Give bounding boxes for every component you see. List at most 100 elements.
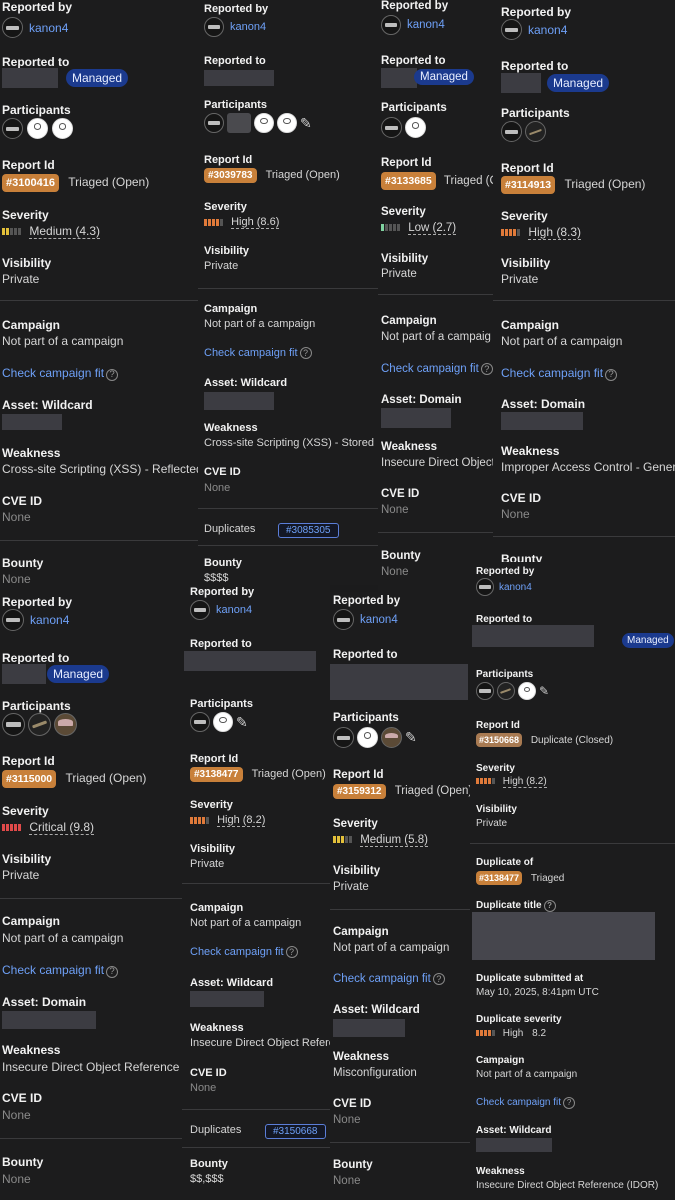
weakness-value[interactable]: Insecure Direct Object Reference (I — [2, 1060, 182, 1074]
reporter-link[interactable]: kanon4 — [30, 613, 69, 627]
participant-avatar-icon[interactable] — [476, 682, 494, 700]
reporter-link[interactable]: kanon4 — [230, 21, 266, 33]
reporter-link[interactable]: kanon4 — [407, 19, 445, 31]
severity-value[interactable]: High (8.2) — [502, 776, 547, 788]
check-campaign-label[interactable]: Check campaign fit — [501, 366, 603, 380]
severity-value[interactable]: Critical (9.8) — [29, 820, 95, 835]
check-campaign-link[interactable]: Check campaign fit? — [501, 366, 618, 381]
duplicates-label: Duplicates — [204, 523, 256, 535]
participant-placeholder-icon[interactable] — [254, 113, 274, 133]
reporter[interactable]: kanon4 — [476, 578, 532, 596]
participants-list: ✎ — [476, 682, 549, 700]
check-campaign-link[interactable]: Check campaign fit? — [2, 366, 119, 381]
duplicate-ref-badge[interactable]: #3150668 — [265, 1124, 326, 1139]
report-id-badge[interactable]: #3039783 — [204, 168, 257, 183]
check-campaign-label[interactable]: Check campaign fit — [204, 347, 298, 359]
weakness-value[interactable]: Improper Access Control - Generic — [501, 460, 675, 474]
edit-pencil-icon[interactable]: ✎ — [539, 684, 549, 698]
check-campaign-label[interactable]: Check campaign fit — [2, 366, 104, 380]
participants-label: Participants — [501, 106, 570, 120]
participant-avatar-icon[interactable] — [28, 713, 51, 736]
severity-value[interactable]: High (8.3) — [528, 225, 582, 240]
severity-value[interactable]: Low (2.7) — [408, 222, 457, 235]
participant-avatar-icon[interactable] — [204, 113, 224, 133]
weakness-value[interactable]: Cross-site Scripting (XSS) - Reflected — [2, 462, 198, 476]
participant-placeholder-icon[interactable] — [277, 113, 297, 133]
participant-avatar-icon[interactable] — [190, 712, 210, 732]
participant-avatar-icon[interactable] — [333, 727, 354, 748]
severity-value[interactable]: High (8.6) — [231, 216, 280, 229]
redacted-asset — [2, 414, 62, 430]
report-id-label: Report Id — [204, 154, 253, 166]
avatar-icon — [476, 578, 494, 596]
check-campaign-link[interactable]: Check campaign fit? — [476, 1097, 576, 1109]
reporter[interactable]: kanon4 — [190, 600, 252, 620]
reporter-link[interactable]: kanon4 — [528, 23, 567, 37]
weakness-value[interactable]: Misconfiguration — [333, 1067, 417, 1079]
report-state: Triaged (Open) — [265, 169, 340, 181]
check-campaign-label[interactable]: Check campaign fit — [2, 963, 104, 977]
participant-avatar-icon[interactable] — [54, 713, 77, 736]
report-id-badge[interactable]: #3133685 — [381, 172, 436, 190]
check-campaign-link[interactable]: Check campaign fit? — [381, 363, 493, 375]
visibility-label: Visibility — [190, 843, 236, 855]
report-id-badge[interactable]: #3150668 — [476, 733, 523, 747]
reporter[interactable]: kanon4 — [2, 17, 68, 38]
severity-value[interactable]: Medium (4.3) — [29, 224, 101, 239]
participant-avatar-icon[interactable] — [381, 727, 402, 748]
participant-avatar-icon[interactable] — [525, 121, 546, 142]
check-campaign-label[interactable]: Check campaign fit — [333, 973, 431, 985]
participant-placeholder-icon[interactable] — [357, 727, 378, 748]
report-id-badge[interactable]: #3138477 — [190, 767, 243, 782]
check-campaign-link[interactable]: Check campaign fit? — [190, 946, 298, 958]
participant-placeholder-icon[interactable] — [27, 118, 48, 139]
weakness-value[interactable]: Insecure Direct Object Reference (IDOR) — [476, 1180, 658, 1191]
report-id-row: #3133685 Triaged (C — [381, 172, 493, 190]
weakness-value[interactable]: Cross-site Scripting (XSS) - Stored — [204, 437, 374, 449]
participant-placeholder-icon[interactable] — [518, 682, 536, 700]
check-campaign-link[interactable]: Check campaign fit? — [2, 963, 119, 978]
reporter-link[interactable]: kanon4 — [360, 614, 398, 626]
edit-pencil-icon[interactable]: ✎ — [300, 115, 312, 132]
participant-avatar-icon[interactable] — [227, 113, 251, 133]
edit-pencil-icon[interactable]: ✎ — [405, 729, 417, 746]
participants-label: Participants — [333, 712, 399, 724]
reporter[interactable]: kanon4 — [2, 609, 69, 631]
check-campaign-label[interactable]: Check campaign fit — [381, 363, 479, 375]
reporter[interactable]: kanon4 — [501, 19, 567, 40]
participant-placeholder-icon[interactable] — [52, 118, 73, 139]
report-id-badge[interactable]: #3115000 — [2, 770, 57, 788]
visibility-value: Private — [333, 881, 369, 893]
severity-value[interactable]: Medium (5.8) — [360, 834, 428, 847]
report-id-badge[interactable]: #3100416 — [2, 174, 59, 192]
check-campaign-label[interactable]: Check campaign fit — [476, 1097, 561, 1108]
reporter-link[interactable]: kanon4 — [216, 604, 252, 616]
reporter[interactable]: kanon4 — [204, 17, 266, 37]
reporter-link[interactable]: kanon4 — [29, 21, 68, 35]
report-id-badge[interactable]: #3159312 — [333, 784, 386, 799]
participant-avatar-icon[interactable] — [2, 118, 23, 139]
weakness-value[interactable]: Insecure Direct Object — [381, 457, 493, 469]
duplicate-ref-badge[interactable]: #3085305 — [278, 523, 339, 538]
check-campaign-link[interactable]: Check campaign fit? — [204, 347, 312, 359]
edit-pencil-icon[interactable]: ✎ — [236, 714, 248, 731]
duplicate-of-badge[interactable]: #3138477 — [476, 871, 523, 885]
participant-placeholder-icon[interactable] — [213, 712, 233, 732]
severity-row: High (8.2) — [476, 776, 547, 788]
report-id-badge[interactable]: #3114913 — [501, 176, 556, 194]
report-state: Triaged (Open) — [65, 771, 147, 785]
participant-avatar-icon[interactable] — [501, 121, 522, 142]
check-campaign-link[interactable]: Check campaign fit? — [333, 973, 445, 985]
participant-placeholder-icon[interactable] — [405, 117, 426, 138]
reporter-link[interactable]: kanon4 — [499, 582, 532, 593]
severity-value[interactable]: High (8.2) — [217, 814, 266, 827]
participant-avatar-icon[interactable] — [381, 117, 402, 138]
weakness-value[interactable]: Insecure Direct Object Refere — [190, 1037, 330, 1049]
participant-avatar-icon[interactable] — [2, 713, 25, 736]
redacted-asset — [501, 412, 583, 430]
reporter[interactable]: kanon4 — [333, 609, 398, 630]
duplicate-severity-score: 8.2 — [532, 1028, 547, 1039]
reporter[interactable]: kanon4 — [381, 15, 445, 35]
check-campaign-label[interactable]: Check campaign fit — [190, 946, 284, 958]
participant-avatar-icon[interactable] — [497, 682, 515, 700]
